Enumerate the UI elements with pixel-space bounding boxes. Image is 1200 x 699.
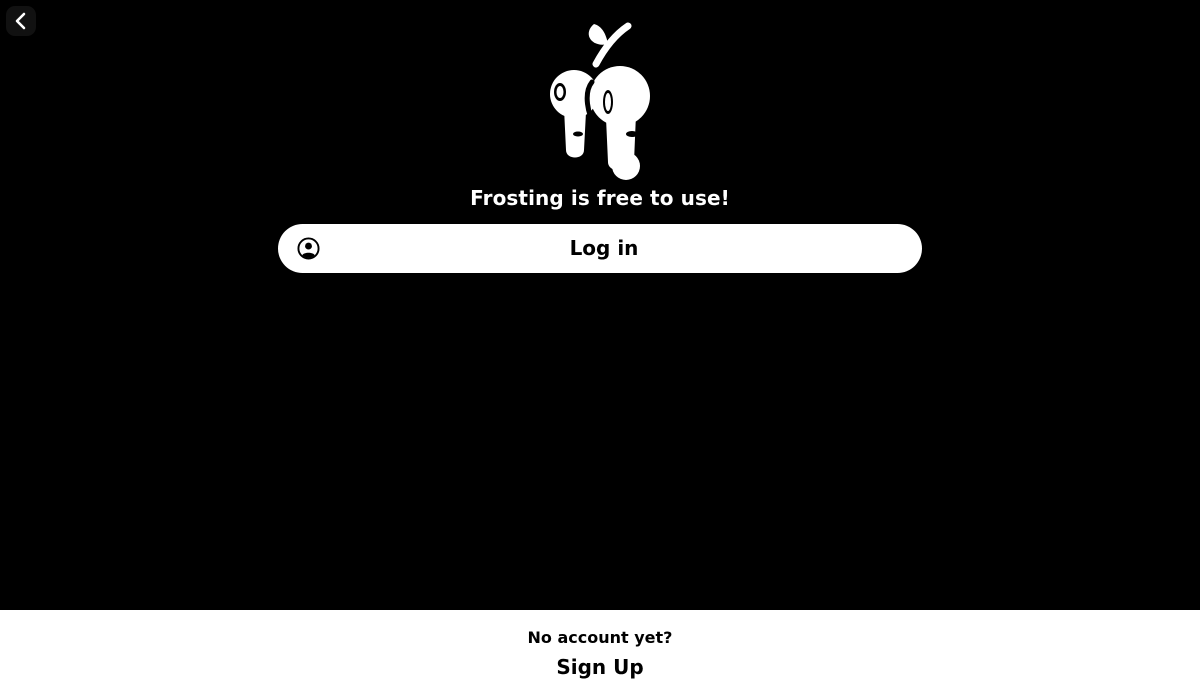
signup-link[interactable]: Sign Up <box>556 655 643 679</box>
login-screen: Frosting is free to use! Log in No accou… <box>0 0 1200 699</box>
tagline: Frosting is free to use! <box>470 186 730 210</box>
footer-panel: No account yet? Sign Up <box>0 610 1200 699</box>
back-button[interactable] <box>6 6 36 36</box>
login-label: Log in <box>569 236 639 260</box>
dripping-cherries-logo <box>550 22 650 180</box>
login-button[interactable]: Log in <box>278 224 922 273</box>
no-account-prompt: No account yet? <box>527 628 673 647</box>
signup-row: Sign Up <box>0 655 1200 679</box>
chevron-left-icon <box>15 12 26 30</box>
